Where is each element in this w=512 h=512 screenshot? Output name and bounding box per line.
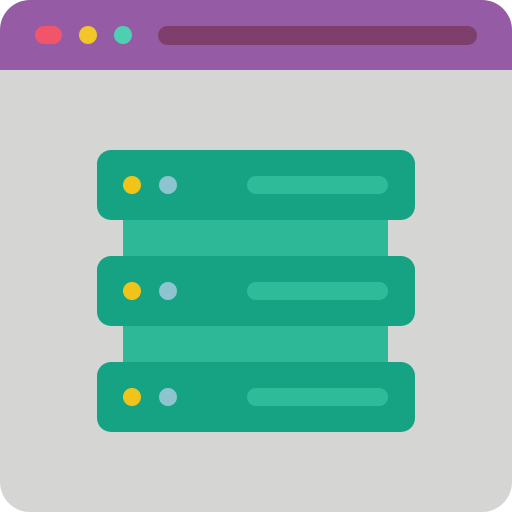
window-titlebar	[0, 0, 512, 70]
drive-bay	[247, 176, 388, 194]
maximize-dot-icon	[114, 26, 132, 44]
minimize-dot-icon	[79, 26, 97, 44]
window-content	[0, 70, 512, 512]
server-unit-top	[97, 150, 415, 220]
status-led-blue-icon	[159, 176, 177, 194]
server-connector-lower	[123, 326, 388, 362]
status-led-blue-icon	[159, 388, 177, 406]
status-led-yellow-icon	[123, 282, 141, 300]
status-led-yellow-icon	[123, 388, 141, 406]
status-led-yellow-icon	[123, 176, 141, 194]
server-unit-middle	[97, 256, 415, 326]
drive-bay	[247, 388, 388, 406]
server-connector-upper	[123, 220, 388, 256]
browser-window	[0, 0, 512, 512]
close-dot-icon	[35, 26, 62, 44]
address-bar	[158, 26, 477, 45]
browser-server-icon	[0, 0, 512, 512]
server-unit-bottom	[97, 362, 415, 432]
status-led-blue-icon	[159, 282, 177, 300]
drive-bay	[247, 282, 388, 300]
